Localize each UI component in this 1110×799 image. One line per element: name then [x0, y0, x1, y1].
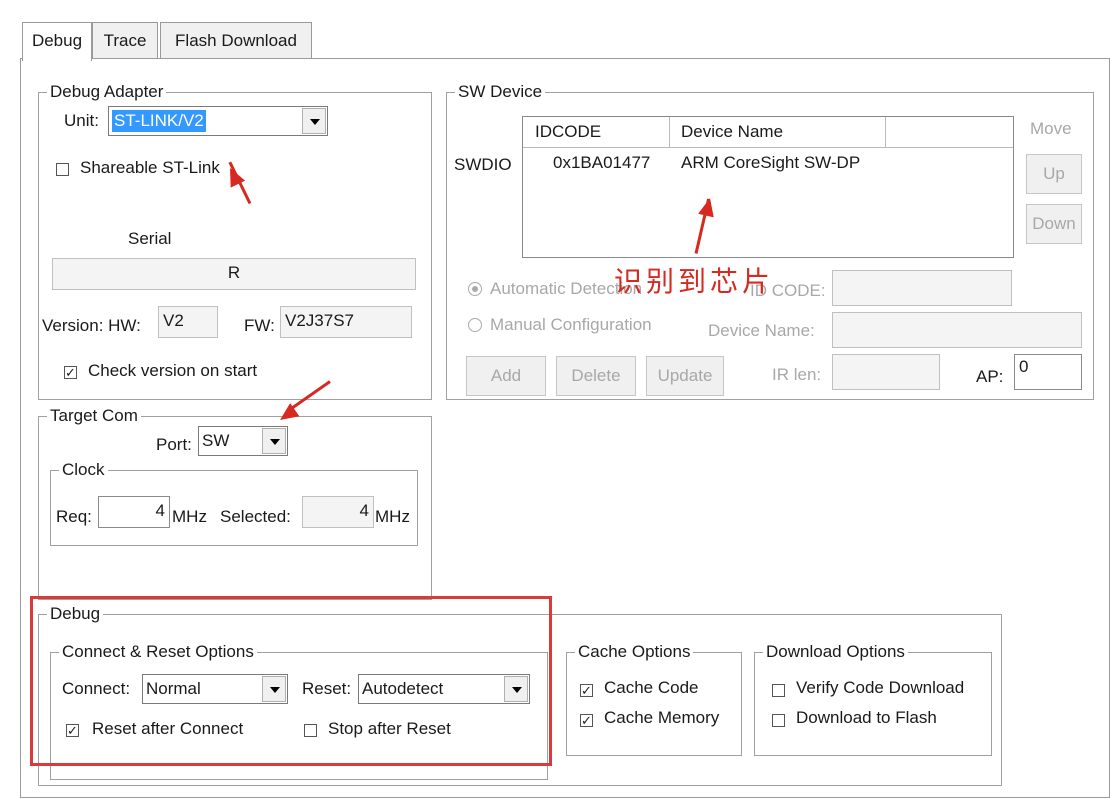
table-row[interactable]: 0x1BA01477 ARM CoreSight SW-DP — [523, 153, 1013, 179]
ir-len-label: IR len: — [772, 365, 822, 384]
swdio-label: SWDIO — [454, 155, 512, 174]
tab-flash-download[interactable]: Flash Download — [160, 22, 312, 59]
cache-code-checkbox[interactable]: ✓ — [580, 684, 593, 697]
tab-trace[interactable]: Trace — [92, 22, 158, 59]
manual-configuration-radio[interactable] — [468, 318, 482, 332]
target-com-legend: Target Com — [47, 405, 141, 427]
chevron-down-icon[interactable] — [262, 428, 286, 454]
table-header-row: IDCODE Device Name — [523, 117, 1013, 148]
download-to-flash-checkbox[interactable] — [772, 714, 785, 727]
hw-version-value: V2 — [163, 311, 184, 330]
device-table: IDCODE Device Name 0x1BA01477 ARM CoreSi… — [522, 116, 1014, 258]
ap-value: 0 — [1019, 357, 1029, 376]
check-version-checkbox[interactable]: ✓ — [64, 366, 77, 379]
ap-label: AP: — [976, 367, 1004, 386]
shareable-stlink-checkbox[interactable] — [56, 163, 69, 176]
device-name-label: Device Name: — [708, 321, 815, 340]
move-up-button[interactable]: Up — [1026, 154, 1082, 194]
column-divider — [669, 117, 670, 147]
column-header-device-name: Device Name — [681, 122, 784, 141]
ap-field[interactable]: 0 — [1014, 354, 1082, 390]
debug-adapter-group: Debug Adapter — [38, 81, 432, 400]
serial-value: R — [227, 263, 241, 282]
port-select[interactable]: SW — [198, 426, 288, 456]
unit-select[interactable]: ST-LINK/V2 — [108, 106, 328, 136]
tab-debug[interactable]: Debug — [22, 22, 92, 61]
idcode-field — [832, 270, 1012, 306]
cache-options-group: Cache Options — [566, 641, 742, 756]
serial-label: Serial — [128, 229, 172, 248]
hw-version-field: V2 — [158, 306, 218, 338]
cache-memory-label: Cache Memory — [604, 708, 720, 727]
idcode-cell: 0x1BA01477 — [553, 153, 651, 172]
req-label: Req: — [56, 507, 92, 526]
port-select-value: SW — [202, 431, 230, 450]
move-down-button[interactable]: Down — [1026, 204, 1082, 244]
unit-select-value: ST-LINK/V2 — [112, 110, 206, 132]
fw-version-field: V2J37S7 — [280, 306, 412, 338]
download-options-legend: Download Options — [763, 641, 908, 663]
serial-field: R — [52, 258, 416, 290]
verify-code-download-label: Verify Code Download — [796, 678, 965, 697]
automatic-detection-radio[interactable] — [468, 282, 482, 296]
selected-label: Selected: — [220, 507, 291, 526]
fw-label: FW: — [244, 316, 275, 335]
mhz-label: MHz — [172, 507, 207, 526]
annotation-text: 识别到芯片 — [614, 265, 775, 298]
version-hw-label: Version: HW: — [42, 316, 141, 335]
req-field[interactable]: 4 — [98, 496, 170, 528]
clock-legend: Clock — [59, 459, 108, 481]
cache-options-legend: Cache Options — [575, 641, 694, 663]
update-button[interactable]: Update — [646, 356, 724, 396]
sw-device-legend: SW Device — [455, 81, 546, 103]
chevron-down-icon[interactable] — [302, 108, 326, 134]
req-value: 4 — [155, 501, 165, 520]
fw-version-value: V2J37S7 — [285, 311, 354, 330]
delete-button[interactable]: Delete — [556, 356, 636, 396]
column-header-idcode: IDCODE — [535, 122, 602, 141]
cache-code-label: Cache Code — [604, 678, 699, 697]
selected-field: 4 — [302, 496, 374, 528]
verify-code-download-checkbox[interactable] — [772, 684, 785, 697]
download-options-group: Download Options — [754, 641, 992, 756]
check-version-label: Check version on start — [88, 361, 258, 380]
add-button[interactable]: Add — [466, 356, 546, 396]
unit-label: Unit: — [64, 111, 99, 130]
device-name-field — [832, 312, 1082, 348]
selected-value: 4 — [359, 501, 369, 520]
download-to-flash-label: Download to Flash — [796, 708, 937, 727]
debug-adapter-legend: Debug Adapter — [47, 81, 167, 103]
cache-memory-checkbox[interactable]: ✓ — [580, 714, 593, 727]
manual-configuration-label: Manual Configuration — [490, 315, 652, 334]
mhz-label: MHz — [375, 507, 410, 526]
ir-len-field — [832, 354, 940, 390]
move-label: Move — [1030, 119, 1072, 138]
column-divider — [885, 117, 886, 147]
highlight-box — [30, 596, 552, 766]
device-name-cell: ARM CoreSight SW-DP — [681, 153, 861, 172]
shareable-stlink-label: Shareable ST-Link — [80, 158, 220, 177]
port-label: Port: — [156, 435, 192, 454]
